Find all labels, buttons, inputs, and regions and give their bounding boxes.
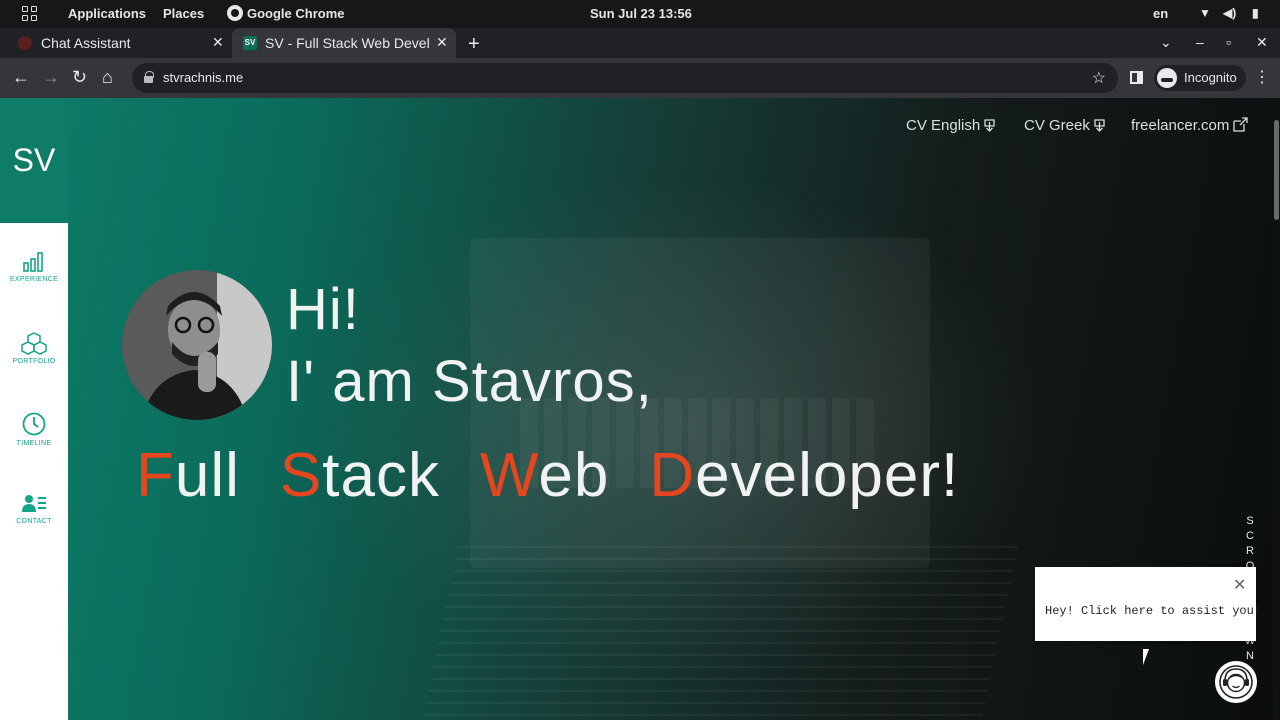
incognito-badge[interactable]: Incognito: [1154, 65, 1246, 91]
profile-avatar: [122, 270, 272, 420]
battery-icon[interactable]: ▮: [1252, 6, 1259, 20]
keyboard-language[interactable]: en: [1153, 6, 1168, 21]
system-top-bar: Applications Places Google Chrome Sun Ju…: [0, 0, 1280, 28]
tab-label: Chat Assistant: [41, 35, 131, 51]
web-page: SV EXPERIENCE PORTFOLIO TIMELINE CONTACT…: [0, 98, 1280, 720]
chat-popup-message[interactable]: Hey! Click here to assist you!: [1045, 604, 1261, 618]
active-app-name[interactable]: Google Chrome: [247, 6, 345, 21]
cubes-icon: [21, 332, 47, 355]
profile-label: Incognito: [1184, 70, 1237, 85]
chat-assist-popup[interactable]: ✕ Hey! Click here to assist you!: [1035, 567, 1261, 641]
tab-strip: Chat Assistant ✕ SV SV - Full Stack Web …: [0, 28, 1280, 58]
scroll-letter: C: [1246, 530, 1254, 542]
download-icon: [1094, 119, 1105, 132]
minimize-icon[interactable]: –: [1196, 34, 1204, 50]
tab-search-icon[interactable]: ⌄: [1160, 34, 1172, 51]
nav-label: EXPERIENCE: [9, 276, 59, 283]
download-icon: [984, 119, 995, 132]
role-word: eb: [538, 441, 610, 510]
wifi-icon[interactable]: ▼: [1199, 6, 1211, 20]
site-sidebar: SV EXPERIENCE PORTFOLIO TIMELINE CONTACT: [0, 98, 68, 720]
nav-label: CONTACT: [16, 518, 52, 525]
freelancer-link[interactable]: freelancer.com: [1131, 117, 1249, 134]
volume-icon[interactable]: ◀): [1223, 6, 1236, 20]
nav-contact[interactable]: CONTACT: [0, 493, 68, 525]
side-panel-icon[interactable]: [1130, 71, 1143, 84]
menu-kebab-icon[interactable]: ⋮: [1254, 67, 1270, 87]
applications-menu[interactable]: Applications: [68, 6, 146, 21]
role-word: eveloper!: [695, 441, 960, 510]
incognito-icon: [1157, 68, 1177, 88]
url-text[interactable]: stvrachnis.me: [163, 70, 243, 85]
browser-toolbar: ← → ↻ ⌂ stvrachnis.me ☆ Incognito ⋮: [0, 58, 1280, 98]
support-agent-icon: [1219, 665, 1253, 699]
role-word: ull: [174, 441, 240, 510]
cv-greek-link[interactable]: CV Greek: [1024, 117, 1105, 134]
scroll-letter: N: [1246, 650, 1254, 662]
reload-icon[interactable]: ↻: [72, 67, 87, 88]
maximize-icon[interactable]: ▫: [1226, 34, 1231, 50]
link-label: CV English: [906, 117, 981, 134]
nav-experience[interactable]: EXPERIENCE: [0, 251, 68, 283]
tab-favicon: SV: [243, 36, 257, 50]
tab-chat-assistant[interactable]: Chat Assistant ✕: [0, 28, 232, 58]
role-word: tack: [322, 441, 440, 510]
role-initial: F: [136, 441, 175, 510]
chrome-icon: [227, 5, 243, 21]
nav-timeline[interactable]: TIMELINE: [0, 411, 68, 447]
site-logo[interactable]: SV: [0, 98, 68, 223]
close-icon[interactable]: ✕: [212, 34, 224, 51]
role-initial: D: [649, 441, 696, 510]
role-initial: W: [479, 441, 539, 510]
contact-card-icon: [22, 495, 46, 512]
nav-portfolio[interactable]: PORTFOLIO: [0, 331, 68, 365]
tab-favicon: [18, 36, 32, 50]
tab-sv-portfolio[interactable]: SV SV - Full Stack Web Developer ✕: [232, 28, 456, 58]
scroll-letter: S: [1246, 515, 1254, 527]
app-grid-icon[interactable]: [22, 6, 38, 22]
window-close-icon[interactable]: ✕: [1256, 34, 1268, 51]
clock[interactable]: Sun Jul 23 13:56: [590, 6, 692, 21]
places-menu[interactable]: Places: [163, 6, 204, 21]
external-link-icon: [1233, 117, 1249, 132]
scroll-letter: R: [1246, 545, 1254, 557]
link-label: freelancer.com: [1131, 117, 1230, 134]
clock-icon: [22, 412, 46, 436]
lock-icon[interactable]: [144, 71, 154, 83]
mouse-cursor: [1143, 649, 1149, 665]
new-tab-button[interactable]: +: [468, 33, 480, 56]
role-heading: Full Stack Web Developer!: [136, 440, 959, 511]
close-icon[interactable]: ✕: [436, 34, 448, 51]
profile-photo: [122, 270, 272, 420]
greeting-heading: Hi!: [286, 277, 360, 342]
nav-label: PORTFOLIO: [12, 358, 56, 365]
forward-arrow-icon[interactable]: →: [42, 67, 60, 88]
tab-label: SV - Full Stack Web Developer: [265, 35, 429, 51]
cv-english-link[interactable]: CV English: [906, 117, 995, 134]
bookmark-star-icon[interactable]: ☆: [1092, 68, 1106, 88]
back-arrow-icon[interactable]: ←: [12, 67, 30, 88]
home-icon[interactable]: ⌂: [102, 67, 113, 88]
address-bar[interactable]: stvrachnis.me ☆: [132, 63, 1118, 93]
close-icon[interactable]: ✕: [1233, 575, 1246, 595]
intro-heading: I' am Stavros,: [286, 349, 653, 414]
page-scrollbar[interactable]: [1273, 98, 1280, 720]
chatbot-launcher[interactable]: [1215, 661, 1257, 703]
bar-chart-icon: [23, 252, 43, 272]
nav-label: TIMELINE: [16, 440, 52, 447]
scrollbar-thumb[interactable]: [1274, 120, 1279, 220]
code-screen-photo: [419, 538, 1021, 720]
role-initial: S: [279, 441, 323, 510]
link-label: CV Greek: [1024, 117, 1090, 134]
